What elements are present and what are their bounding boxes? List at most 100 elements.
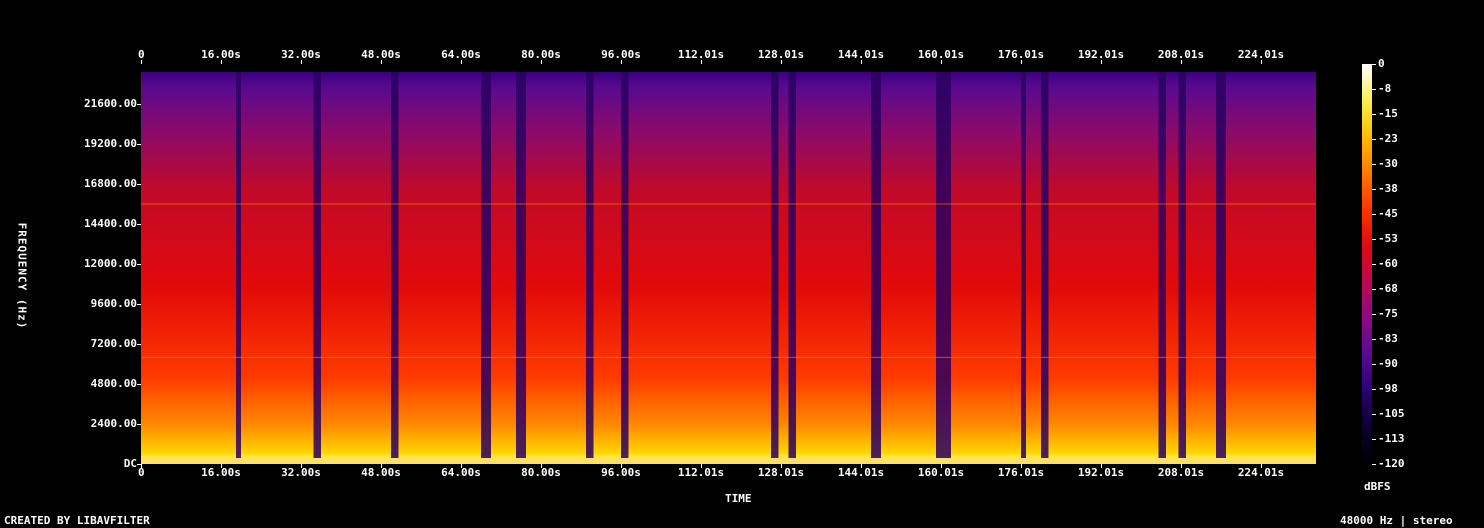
x-tick-label-top: 0 (138, 48, 145, 61)
x-tick-label-bottom: 96.00s (601, 466, 641, 479)
colorbar-tick (1372, 139, 1376, 140)
colorbar-tick-label: -8 (1378, 82, 1392, 95)
y-tick-label: 16800.00 (84, 177, 137, 190)
quiet-gap (481, 72, 491, 458)
x-tick-label-bottom: 32.00s (281, 466, 321, 479)
quiet-gap (1021, 72, 1026, 458)
colorbar-tick-label: -83 (1378, 332, 1398, 345)
x-tick-label-top: 16.00s (201, 48, 241, 61)
colorbar-tick-label: -15 (1378, 107, 1398, 120)
colorbar-tick-label: -23 (1378, 132, 1398, 145)
colorbar-tick (1372, 414, 1376, 415)
x-tick-label-bottom: 224.01s (1237, 466, 1285, 479)
colorbar-tick-label: -105 (1378, 407, 1405, 420)
colorbar-tick-label: -68 (1378, 282, 1398, 295)
quiet-gap (871, 72, 881, 458)
y-tick (137, 384, 141, 385)
colorbar-tick (1372, 64, 1376, 65)
x-tick-label-top: 224.01s (1237, 48, 1285, 61)
colorbar-tick (1372, 89, 1376, 90)
x-tick-label-bottom: 208.01s (1157, 466, 1205, 479)
quiet-gap (788, 72, 796, 458)
y-tick (137, 224, 141, 225)
y-tick-label: 7200.00 (90, 337, 137, 350)
colorbar-tick (1372, 464, 1376, 465)
x-tick-label-top: 144.01s (837, 48, 885, 61)
y-tick (137, 104, 141, 105)
quiet-gap (313, 72, 321, 458)
y-tick (137, 264, 141, 265)
colorbar-tick (1372, 314, 1376, 315)
x-tick-label-top: 208.01s (1157, 48, 1205, 61)
y-tick-label: 14400.00 (84, 217, 137, 230)
y-tick-label: 21600.00 (84, 97, 137, 110)
colorbar-tick (1372, 214, 1376, 215)
x-tick-label-bottom: 0 (138, 466, 145, 479)
x-tick-label-top: 112.01s (677, 48, 725, 61)
x-tick-label-top: 32.00s (281, 48, 321, 61)
quiet-gap (586, 72, 594, 458)
colorbar-tick (1372, 439, 1376, 440)
y-axis-label-text: FREQUENCY (Hz) (15, 222, 29, 330)
colorbar-tick (1372, 114, 1376, 115)
x-tick-label-top: 192.01s (1077, 48, 1125, 61)
y-tick-label: 4800.00 (90, 377, 137, 390)
quiet-gap (771, 72, 779, 458)
quiet-gap (1041, 72, 1049, 458)
x-tick-label-bottom: 144.01s (837, 466, 885, 479)
x-tick-label-top: 80.00s (521, 48, 561, 61)
colorbar-tick-label: -90 (1378, 357, 1398, 370)
spectrogram-plot (141, 64, 1341, 464)
quiet-gap (236, 72, 241, 458)
y-tick (137, 424, 141, 425)
x-tick-label-bottom: 160.01s (917, 466, 965, 479)
x-tick-label-top: 48.00s (361, 48, 401, 61)
colorbar-tick-label: -60 (1378, 257, 1398, 270)
x-tick-label-bottom: 48.00s (361, 466, 401, 479)
quiet-gap (621, 72, 629, 458)
y-tick (137, 464, 141, 465)
quiet-gap (1158, 72, 1166, 458)
colorbar-tick (1372, 239, 1376, 240)
colorbar-tick-label: -45 (1378, 207, 1398, 220)
x-tick-label-bottom: 64.00s (441, 466, 481, 479)
x-tick-label-bottom: 16.00s (201, 466, 241, 479)
colorbar-tick-label: -75 (1378, 307, 1398, 320)
y-axis-label: FREQUENCY (Hz) (14, 206, 30, 346)
colorbar-tick (1372, 389, 1376, 390)
spectrogram-image (141, 72, 1316, 464)
x-axis-label: TIME (725, 492, 752, 505)
colorbar-tick-label: -113 (1378, 432, 1405, 445)
x-tick-label-bottom: 128.01s (757, 466, 805, 479)
x-tick-label-top: 64.00s (441, 48, 481, 61)
y-tick-label: DC (123, 457, 137, 470)
y-tick (137, 344, 141, 345)
y-tick-label: 12000.00 (84, 257, 137, 270)
y-tick (137, 144, 141, 145)
colorbar-tick (1372, 189, 1376, 190)
colorbar-tick (1372, 364, 1376, 365)
colorbar-tick (1372, 289, 1376, 290)
y-tick (137, 304, 141, 305)
colorbar (1362, 64, 1372, 464)
colorbar-tick-label: -38 (1378, 182, 1398, 195)
x-tick-label-top: 176.01s (997, 48, 1045, 61)
low-frequency-band (141, 458, 1316, 464)
colorbar-tick-label: -120 (1378, 457, 1405, 470)
quiet-gap (516, 72, 526, 458)
colorbar-tick (1372, 264, 1376, 265)
footer-credit: CREATED BY LIBAVFILTER (4, 514, 150, 527)
colorbar-tick-label: -53 (1378, 232, 1398, 245)
quiet-gap (1178, 72, 1186, 458)
colorbar-label: dBFS (1364, 480, 1391, 493)
colorbar-tick (1372, 339, 1376, 340)
colorbar-tick-label: -98 (1378, 382, 1398, 395)
x-tick-label-bottom: 176.01s (997, 466, 1045, 479)
y-tick-label: 19200.00 (84, 137, 137, 150)
y-tick-label: 2400.00 (90, 417, 137, 430)
quiet-gap (936, 72, 951, 458)
x-tick-label-top: 160.01s (917, 48, 965, 61)
quiet-gap (1216, 72, 1226, 458)
x-tick-label-bottom: 112.01s (677, 466, 725, 479)
x-tick-label-bottom: 192.01s (1077, 466, 1125, 479)
